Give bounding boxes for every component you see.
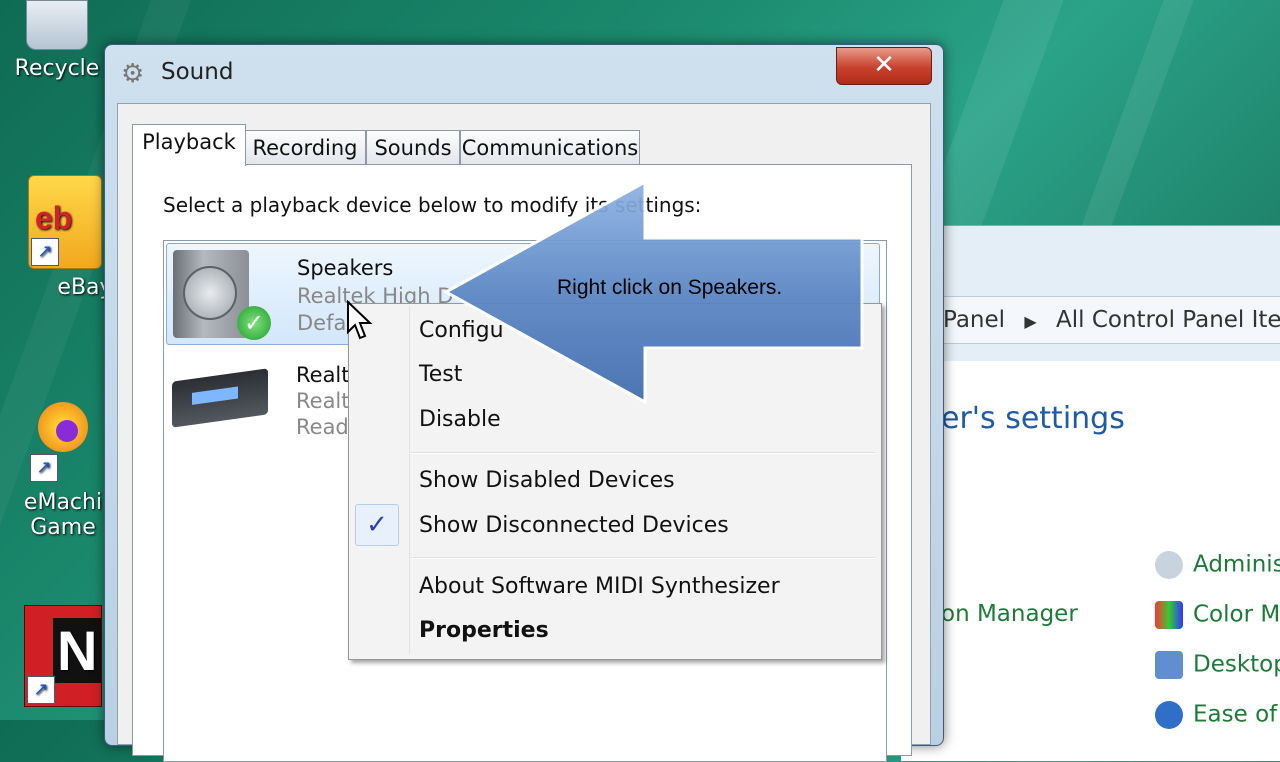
tab-sounds[interactable]: Sounds <box>366 130 460 165</box>
device-status: Read <box>296 415 349 439</box>
page-heading: er's settings <box>941 401 1125 436</box>
desktop-icon <box>1155 651 1183 679</box>
cp-link-ease-of-access[interactable]: Ease of A <box>1155 701 1280 729</box>
emachines-games-icon: ↗ <box>28 400 98 484</box>
menu-gutter <box>409 306 410 654</box>
cp-link-desktop[interactable]: Desktop <box>1155 651 1280 679</box>
menu-separator <box>411 557 875 559</box>
control-panel-window[interactable]: Panel ▶ All Control Panel Item er's sett… <box>900 225 1280 761</box>
shortcut-arrow-icon: ↗ <box>27 676 55 704</box>
cp-link-administrative-tools[interactable]: Adminis <box>1155 551 1280 579</box>
device-status: Defa <box>297 311 347 335</box>
device-name: Speakers <box>297 256 394 280</box>
recycle-bin-icon <box>26 0 88 50</box>
desktop-icon-recycle-bin[interactable]: Recycle <box>2 0 112 81</box>
tab-playback[interactable]: Playback <box>132 124 246 166</box>
desktop-icon-label: eMachi <box>23 490 103 515</box>
device-name: Realt <box>296 363 350 387</box>
desktop-icon-label: Recycle <box>14 56 100 81</box>
menu-item-show-disabled-devices[interactable]: Show Disabled Devices <box>419 468 675 493</box>
annotation-text: Right click on Speakers. <box>557 276 783 299</box>
menu-item-properties[interactable]: Properties <box>419 618 549 643</box>
close-button[interactable]: ✕ <box>836 47 932 85</box>
menu-item-about-midi-synth[interactable]: About Software MIDI Synthesizer <box>419 574 780 599</box>
ease-of-access-icon <box>1155 701 1183 729</box>
shortcut-arrow-icon: ↗ <box>31 238 59 266</box>
tab-recording[interactable]: Recording <box>244 130 366 165</box>
breadcrumb-item[interactable]: All Control Panel Item <box>1056 307 1280 333</box>
device-driver: Realt <box>296 389 350 413</box>
ebay-logo-icon: eb ↗ <box>28 175 102 269</box>
wallpaper-streak <box>1076 0 1194 240</box>
cp-link-color-management[interactable]: Color M <box>1155 601 1280 629</box>
gear-icon <box>1155 551 1183 579</box>
address-bar[interactable]: Panel ▶ All Control Panel Item <box>901 296 1280 344</box>
desktop-icon-label: Game <box>30 515 96 540</box>
receiver-icon <box>172 368 268 428</box>
desktop-icon-emachines-games[interactable]: ↗ eMachi Game <box>8 400 118 540</box>
netflix-icon: N ↗ <box>24 605 102 707</box>
mouse-cursor-icon <box>347 300 373 340</box>
monitor-icon <box>1155 601 1183 629</box>
cp-link[interactable]: on Manager <box>941 601 1078 627</box>
desktop-icon-netflix[interactable]: N ↗ <box>8 605 118 713</box>
speaker-settings-icon: ⚙ <box>121 59 145 89</box>
control-panel-content: er's settings on Manager Adminis Color M… <box>901 361 1280 761</box>
breadcrumb-separator-icon: ▶ <box>1024 312 1037 331</box>
dialog-title: Sound <box>161 59 234 85</box>
checkmark-icon: ✓ <box>355 504 399 546</box>
shortcut-arrow-icon: ↗ <box>30 454 58 482</box>
tab-communications[interactable]: Communications <box>460 130 640 165</box>
menu-separator <box>411 452 875 454</box>
menu-item-disable[interactable]: Disable <box>419 407 501 432</box>
default-device-check-icon: ✓ <box>237 306 271 340</box>
menu-item-show-disconnected-devices[interactable]: Show Disconnected Devices <box>419 513 729 538</box>
